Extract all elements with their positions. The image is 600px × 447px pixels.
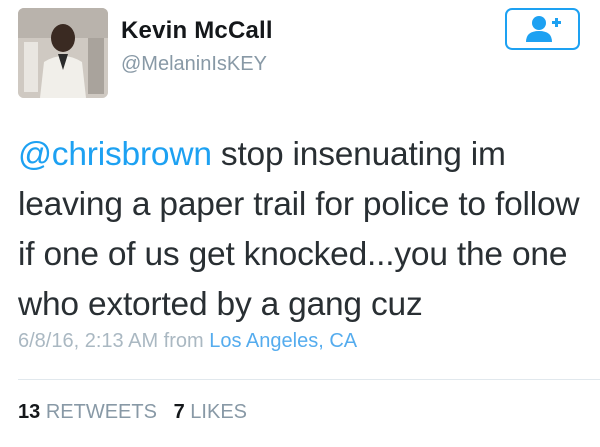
mention-link[interactable]: @chrisbrown bbox=[18, 136, 212, 173]
tweet-card: Kevin McCall @MelaninIsKEY @chrisbrown s… bbox=[0, 0, 600, 447]
user-name[interactable]: Kevin McCall bbox=[121, 17, 273, 45]
likes-count: 7 bbox=[173, 401, 185, 423]
tweet-meta: 6/8/16, 2:13 AM from Los Angeles, CA bbox=[18, 330, 357, 353]
retweets-count: 13 bbox=[18, 401, 41, 423]
follow-button[interactable] bbox=[505, 8, 580, 50]
timestamp[interactable]: 6/8/16, 2:13 AM bbox=[18, 330, 158, 352]
likes-label: LIKES bbox=[190, 401, 247, 423]
from-label: from bbox=[163, 330, 204, 352]
tweet-text: @chrisbrown stop insenuating im leaving … bbox=[18, 130, 588, 330]
user-handle[interactable]: @MelaninIsKEY bbox=[121, 53, 267, 76]
avatar-photo bbox=[18, 8, 108, 98]
avatar[interactable] bbox=[18, 8, 108, 98]
retweets-stat[interactable]: 13 RETWEETS bbox=[18, 401, 157, 423]
tweet-stats: 13 RETWEETS 7 LIKES bbox=[18, 401, 247, 424]
divider bbox=[18, 379, 600, 380]
follow-user-plus-icon bbox=[525, 16, 561, 42]
retweets-label: RETWEETS bbox=[45, 401, 157, 423]
likes-stat[interactable]: 7 LIKES bbox=[174, 401, 247, 423]
location-link[interactable]: Los Angeles, CA bbox=[209, 330, 357, 352]
